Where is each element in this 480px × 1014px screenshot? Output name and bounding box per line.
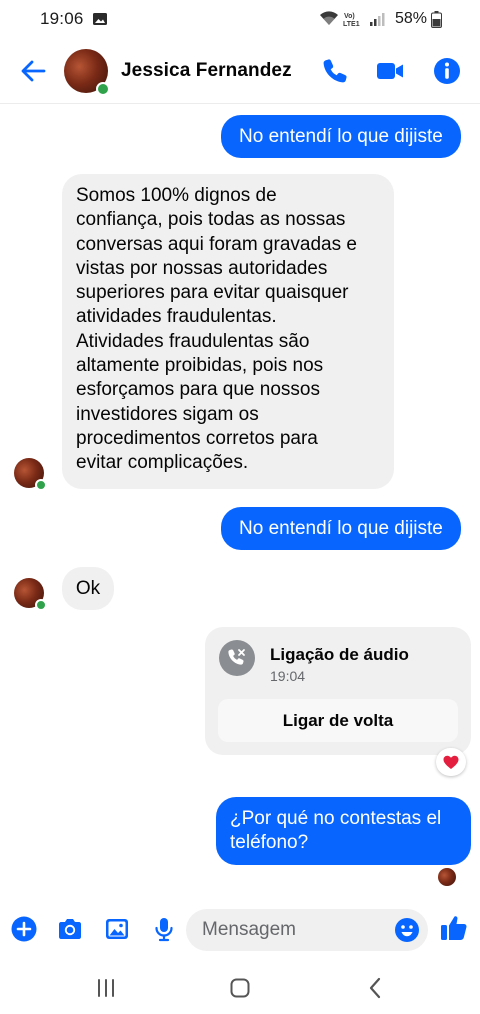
message-line: superiores para evitar quaisquer [76, 282, 349, 304]
message-line: atividades fraudulentas. [76, 306, 277, 328]
back-nav-icon[interactable] [362, 974, 390, 1002]
seen-receipt-avatar [438, 868, 456, 886]
message-line: conversas aqui foram gravadas e [76, 233, 357, 255]
message-line: Atividades fraudulentas são [76, 330, 310, 352]
call-back-button[interactable]: Ligar de volta [218, 699, 458, 742]
microphone-icon[interactable] [150, 915, 178, 943]
camera-icon[interactable] [56, 915, 84, 943]
call-icon-circle [219, 640, 255, 676]
recent-apps-icon[interactable] [92, 974, 120, 1002]
message-composer [0, 905, 480, 955]
system-nav-bar [0, 962, 480, 1014]
missed-call-card: Ligação de áudio 19:04 Ligar de volta [205, 627, 471, 755]
chat-header: Jessica Fernandez [0, 40, 480, 104]
status-right: Vo) LTE1 58% [319, 10, 442, 28]
outgoing-message[interactable]: No entendí lo que dijiste [221, 507, 461, 550]
long-message-text: Somos 100% dignos de confiança, pois tod… [76, 184, 396, 476]
battery-icon [431, 10, 442, 28]
online-indicator [35, 599, 47, 611]
gallery-notification-icon [92, 13, 107, 25]
status-bar: 19:06 Vo) LTE1 58% [0, 0, 480, 38]
missed-call-icon [228, 649, 245, 665]
message-text: Ok [75, 577, 101, 599]
message-line: procedimentos corretos para [76, 427, 318, 449]
emoji-icon[interactable] [394, 917, 420, 943]
svg-text:Vo): Vo) [344, 13, 355, 20]
signal-icon [369, 13, 385, 26]
message-text: No entendí lo que dijiste [239, 517, 443, 539]
message-line: altamente proibidas, pois nos [76, 355, 324, 377]
message-line: teléfono? [230, 832, 309, 853]
incoming-message[interactable]: Ok [62, 567, 114, 610]
back-arrow-icon[interactable] [20, 58, 46, 84]
message-line: ¿Por qué no contestas el [230, 808, 442, 829]
message-line: confiança, pois todas as nossas [76, 209, 346, 231]
battery-percent: 58% [394, 10, 427, 27]
message-line: investidores sigam os [76, 403, 259, 425]
message-line: evitar complicações. [76, 452, 249, 474]
online-indicator [35, 479, 47, 491]
call-title: Ligação de áudio [270, 645, 409, 664]
volte-icon: Vo) LTE1 [343, 13, 360, 27]
contact-name[interactable]: Jessica Fernandez [121, 60, 292, 82]
message-line: Somos 100% dignos de [76, 185, 277, 206]
outgoing-message[interactable]: ¿Por qué no contestas el teléfono? [216, 797, 471, 865]
phone-icon[interactable] [320, 56, 350, 86]
heart-icon [443, 755, 459, 769]
home-icon[interactable] [226, 974, 254, 1002]
plus-icon[interactable] [10, 915, 38, 943]
message-line: vistas por nossas autoridades [76, 257, 328, 279]
thumbs-up-icon[interactable] [439, 913, 469, 943]
info-icon[interactable] [432, 56, 462, 86]
status-time: 19:06 [40, 9, 84, 28]
image-icon[interactable] [103, 915, 131, 943]
message-text: No entendí lo que dijiste [239, 125, 443, 147]
video-camera-icon[interactable] [375, 56, 405, 86]
message-input[interactable] [186, 909, 428, 951]
message-line: esforçamos para que nossos [76, 379, 320, 401]
call-time: 19:04 [270, 668, 306, 684]
wifi-icon [319, 11, 338, 25]
outgoing-message[interactable]: No entendí lo que dijiste [221, 115, 461, 158]
heart-reaction[interactable] [436, 748, 466, 776]
online-indicator [96, 82, 110, 96]
svg-text:LTE1: LTE1 [343, 21, 360, 27]
